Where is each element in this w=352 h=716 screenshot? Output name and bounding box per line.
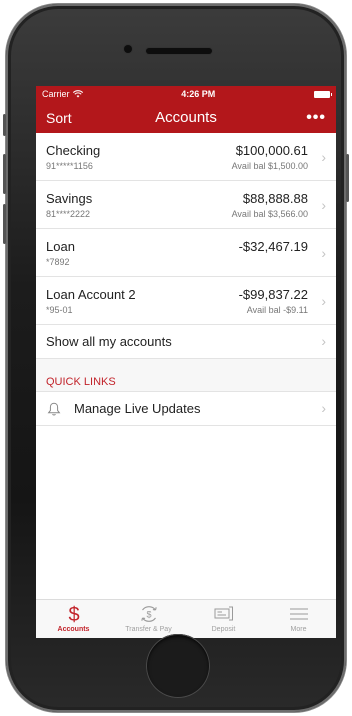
quick-link-label: Manage Live Updates (74, 401, 201, 416)
page-title: Accounts (155, 109, 217, 126)
tab-accounts[interactable]: $ Accounts (36, 600, 111, 638)
account-number: 91*****1156 (46, 161, 93, 171)
menu-icon (289, 608, 308, 620)
chevron-right-icon: › (321, 400, 326, 416)
account-balance: -$32,467.19 (238, 239, 308, 254)
battery-icon (314, 90, 332, 98)
account-row-loan[interactable]: Loan *7892 -$32,467.19 › (36, 229, 336, 277)
tab-label: Deposit (211, 626, 236, 633)
svg-text:$: $ (68, 604, 79, 625)
volume-up-button (3, 154, 6, 194)
check-deposit-icon (214, 606, 233, 621)
account-available-balance: Avail bal $1,500.00 (231, 161, 308, 171)
tab-deposit[interactable]: Deposit (186, 600, 261, 638)
chevron-right-icon: › (321, 197, 326, 213)
tab-bar: $ Accounts $ Transfer & Pay Deposit More (36, 599, 336, 638)
account-name: Savings (46, 191, 93, 206)
tab-label: Transfer & Pay (125, 626, 172, 633)
carrier-group: Carrier (42, 89, 83, 99)
tab-more[interactable]: More (261, 600, 336, 638)
front-camera (124, 45, 132, 53)
carrier-label: Carrier (42, 89, 70, 99)
account-available-balance: Avail bal -$9.11 (246, 305, 308, 315)
more-options-button[interactable]: ••• (306, 109, 326, 127)
quick-link-manage-live-updates[interactable]: Manage Live Updates › (36, 392, 336, 426)
quick-links-title: QUICK LINKS (46, 376, 116, 388)
volume-down-button (3, 204, 6, 244)
sort-button[interactable]: Sort (46, 110, 72, 126)
status-bar: Carrier 4:26 PM (36, 86, 336, 102)
account-name: Checking (46, 143, 101, 158)
quick-links-header: QUICK LINKS (36, 359, 336, 392)
show-all-accounts-row[interactable]: Show all my accounts › (36, 325, 336, 359)
chevron-right-icon: › (321, 293, 326, 309)
earpiece-speaker (146, 48, 212, 54)
status-time: 4:26 PM (181, 89, 216, 99)
account-row-loan-account-2[interactable]: Loan Account 2 *95-01 -$99,837.22 Avail … (36, 277, 336, 325)
chevron-right-icon: › (321, 245, 326, 261)
tab-label: Accounts (57, 626, 90, 633)
account-balance: $88,888.88 (242, 191, 308, 206)
home-button[interactable] (146, 634, 210, 698)
power-button (346, 154, 349, 202)
account-available-balance: Avail bal $3,566.00 (231, 209, 308, 219)
nav-bar: Sort Accounts ••• (36, 102, 336, 133)
account-balance: $100,000.61 (235, 143, 308, 158)
account-row-savings[interactable]: Savings 81****2222 $88,888.88 Avail bal … (36, 181, 336, 229)
account-row-checking[interactable]: Checking 91*****1156 $100,000.61 Avail b… (36, 133, 336, 181)
account-name: Loan Account 2 (46, 287, 136, 302)
app-screen: Carrier 4:26 PM Sort Accounts ••• Checki… (36, 86, 336, 638)
mute-switch (3, 114, 6, 136)
chevron-right-icon: › (321, 149, 326, 165)
phone-frame: Carrier 4:26 PM Sort Accounts ••• Checki… (3, 4, 349, 712)
account-number: 81****2222 (46, 209, 91, 219)
account-balance: -$99,837.22 (238, 287, 308, 302)
transfer-icon: $ (140, 606, 157, 622)
accounts-list: Checking 91*****1156 $100,000.61 Avail b… (36, 133, 336, 359)
chevron-right-icon: › (321, 333, 326, 349)
tab-label: More (290, 626, 307, 633)
svg-text:$: $ (146, 610, 151, 620)
wifi-icon (72, 90, 83, 98)
dollar-icon: $ (68, 604, 79, 625)
tab-transfer-and-pay[interactable]: $ Transfer & Pay (111, 600, 186, 638)
bell-icon (47, 402, 61, 416)
account-name: Loan (46, 239, 75, 254)
account-number: *95-01 (46, 305, 73, 315)
account-number: *7892 (46, 257, 70, 267)
show-all-accounts-label: Show all my accounts (46, 334, 172, 349)
